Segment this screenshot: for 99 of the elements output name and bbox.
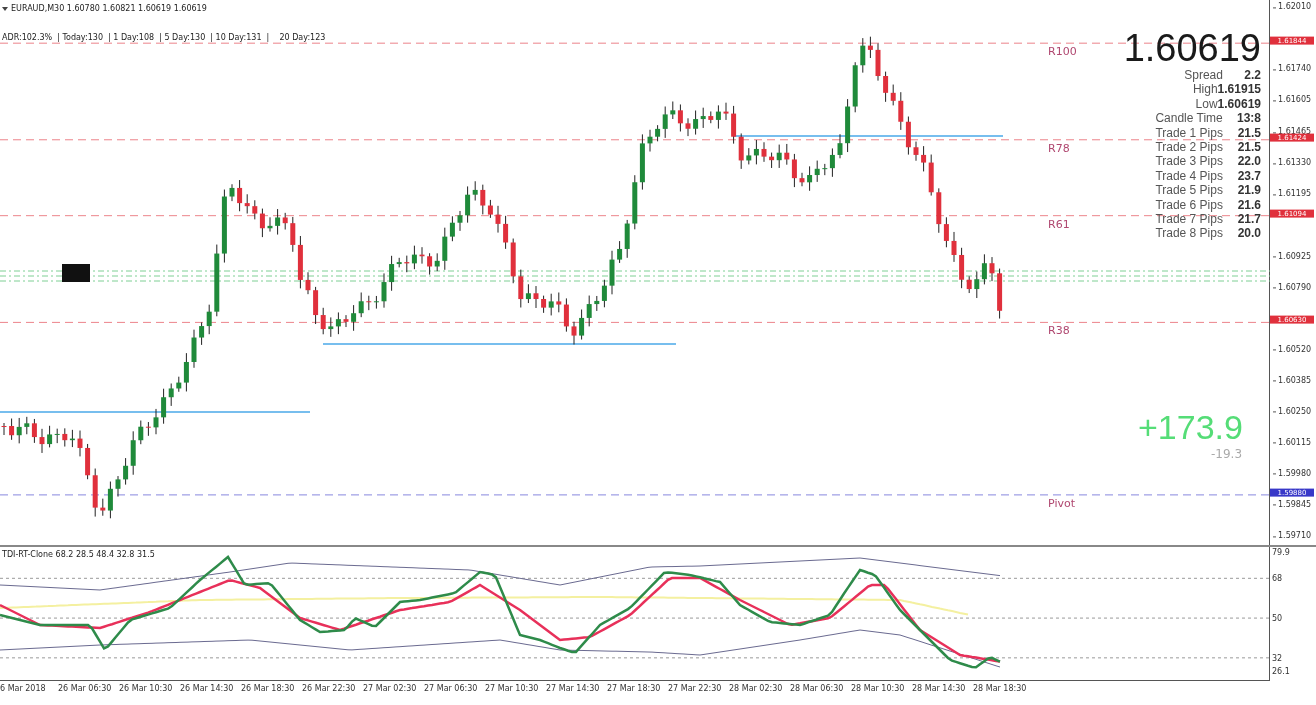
candle: [381, 272, 387, 309]
time-label: 26 Mar 06:30: [58, 683, 113, 695]
info-row-text: High1.61915: [1191, 82, 1261, 97]
info-label: Spread: [1183, 68, 1223, 83]
level-label: R38: [1048, 323, 1070, 337]
candle: [1, 422, 7, 436]
time-label: 26 Mar 14:30: [180, 683, 235, 695]
candle: [685, 117, 691, 137]
time-label: 28 Mar 10:30: [851, 683, 906, 695]
candle: [913, 141, 919, 162]
current-price: 1.60619: [1123, 28, 1261, 68]
price-tick-label: 1.59710: [1278, 532, 1312, 541]
candle: [153, 408, 159, 435]
candle: [229, 183, 235, 202]
candle: [495, 205, 501, 234]
indicator-axis-label: 26.1: [1272, 666, 1290, 676]
indicator-axis-label: 32: [1272, 653, 1283, 663]
price-tick-label: 1.60790: [1278, 284, 1312, 292]
time-label: 28 Mar 06:30: [790, 683, 845, 695]
price-tick-label: 1.59980: [1278, 470, 1312, 479]
candle: [343, 314, 349, 328]
candle: [989, 256, 995, 282]
level-label: R100: [1048, 44, 1077, 58]
info-label: Trade 5 Pips: [1155, 183, 1223, 198]
time-label: 6 Mar 2018: [0, 683, 47, 695]
candle: [875, 42, 881, 82]
price-tick-label: 1.59845: [1278, 501, 1312, 510]
time-label: 27 Mar 06:30: [424, 683, 479, 695]
price-tick-label: 1.60385: [1278, 377, 1312, 386]
candle: [191, 329, 197, 369]
info-value: 13:8: [1236, 111, 1261, 126]
price-tick-label: 1.61195: [1278, 190, 1312, 199]
info-value: 21.5: [1236, 125, 1261, 141]
candle: [571, 321, 577, 346]
label-block: [62, 264, 90, 282]
info-value: 21.9: [1236, 183, 1261, 198]
candle: [77, 430, 83, 457]
time-label: 27 Mar 18:30: [607, 683, 662, 695]
info-label: Trade 4 Pips: [1155, 168, 1223, 184]
candle: [39, 428, 45, 454]
time-label: 27 Mar 14:30: [546, 683, 601, 695]
info-label: Candle Time: [1155, 111, 1223, 126]
candle: [761, 141, 767, 163]
price-tick-label: 1.60250: [1278, 408, 1312, 417]
price-tick-label: 1.61740: [1278, 65, 1312, 74]
info-value: 21.5: [1236, 140, 1261, 155]
candle: [951, 231, 957, 263]
price-tick-label: 1.61605: [1278, 96, 1312, 105]
info-label: Trade 3 Pips: [1155, 154, 1223, 169]
candle: [609, 250, 615, 295]
price-tick-label: 1.61330: [1278, 159, 1312, 168]
price-tick-label: 1.60520: [1278, 346, 1312, 355]
level-label: Pivot: [1048, 496, 1075, 510]
info-row-text: Low1.60619: [1194, 96, 1261, 112]
candle: [533, 285, 539, 309]
indicator-axis-label: 68: [1272, 573, 1283, 583]
info-value: 21.6: [1236, 197, 1261, 213]
info-value: 2.2: [1243, 68, 1261, 83]
candle: [419, 246, 425, 265]
info-label: Trade 7 Pips: [1155, 212, 1223, 227]
candle: [647, 129, 653, 152]
indicator-axis-label: 50: [1272, 613, 1283, 623]
adr-stats: ADR:102.3% | Today:130 | 1 Day:108 | 5 Day:130 | 10 Day:131 | 20 Day:123: [2, 33, 326, 42]
info-label: Trade 2 Pips: [1155, 140, 1223, 155]
time-label: 26 Mar 22:30: [302, 683, 357, 695]
level-label: R78: [1048, 141, 1070, 155]
time-label: 27 Mar 10:30: [485, 683, 540, 695]
level-label: R61: [1048, 217, 1070, 231]
time-label: 28 Mar 18:30: [973, 683, 1028, 695]
candle: [267, 216, 273, 233]
dropdown-triangle-icon[interactable]: [2, 6, 8, 11]
indicator-title: TDI-RT-Clone 68.2 28.5 48.4 32.8 31.5: [2, 550, 155, 559]
profit-current: -19.3: [1211, 447, 1243, 461]
info-label: Trade 1 Pips: [1155, 125, 1223, 141]
indicator-axis-label: 79.9: [1272, 547, 1290, 557]
time-label: 26 Mar 10:30: [119, 683, 174, 695]
candle: [115, 475, 121, 498]
candle: [799, 172, 805, 187]
time-label: 27 Mar 22:30: [668, 683, 723, 695]
info-value: 22.0: [1236, 154, 1261, 169]
info-value: 23.7: [1236, 168, 1261, 184]
time-label: 26 Mar 18:30: [241, 683, 296, 695]
info-value: 21.7: [1236, 212, 1261, 227]
candle: [837, 133, 843, 159]
price-tick-label: 1.60925: [1278, 252, 1312, 261]
price-tick-label: 1.62010: [1278, 3, 1312, 12]
symbol-quote: EURAUD,M30 1.60780 1.60821 1.60619 1.60619: [11, 4, 207, 13]
candle: [997, 268, 1003, 320]
candle: [457, 210, 463, 232]
time-label: 28 Mar 14:30: [912, 683, 967, 695]
profit-total: +173.9: [1138, 408, 1243, 447]
info-value: 20.0: [1236, 226, 1261, 241]
candle: [723, 102, 729, 121]
price-tick-label: 1.60115: [1278, 439, 1312, 448]
info-label: Trade 6 Pips: [1155, 197, 1223, 213]
time-label: 27 Mar 02:30: [363, 683, 418, 695]
candle: [305, 271, 311, 295]
time-label: 28 Mar 02:30: [729, 683, 784, 695]
info-label: Trade 8 Pips: [1155, 226, 1223, 241]
